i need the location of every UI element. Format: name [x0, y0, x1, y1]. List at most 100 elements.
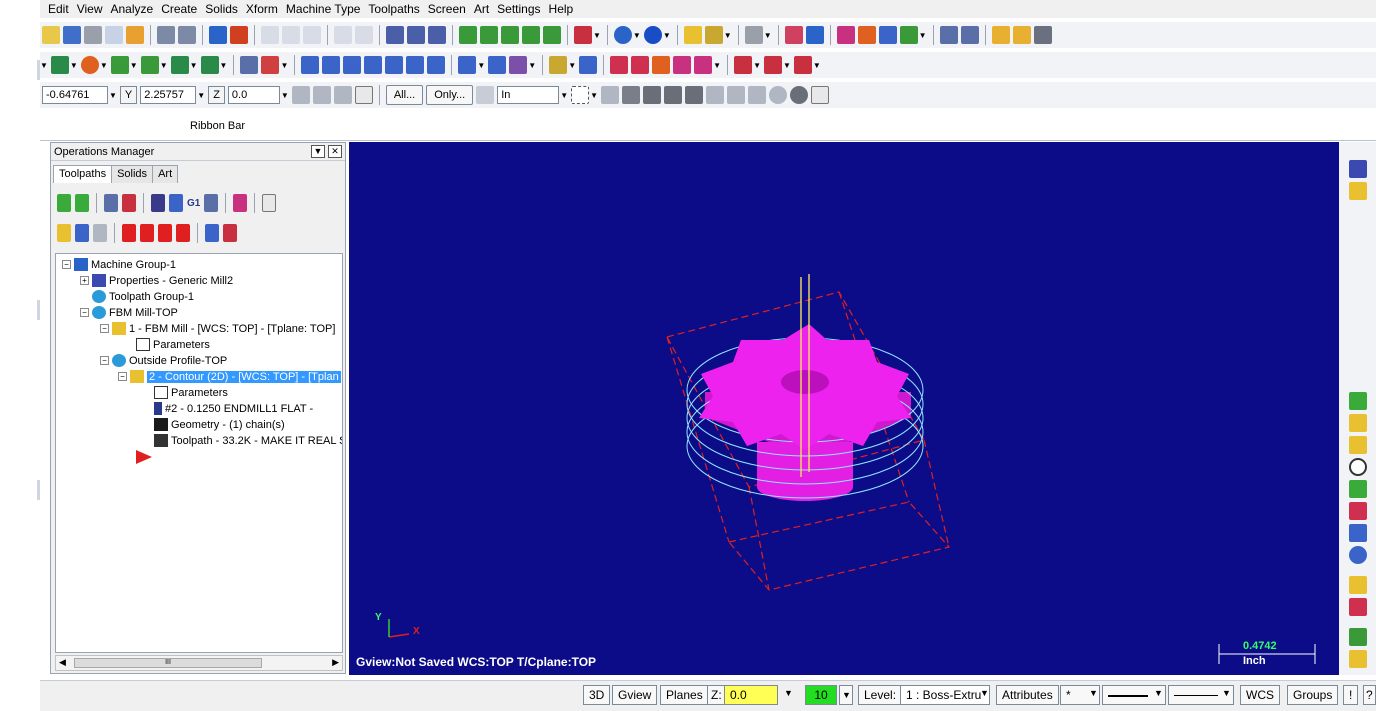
add-icon[interactable] [1349, 392, 1367, 410]
tab-art[interactable]: Art [152, 165, 179, 183]
tree-row[interactable]: − 1 - FBM Mill - [WCS: TOP] - [Tplane: T… [100, 321, 335, 336]
hidden-line-icon[interactable] [522, 26, 540, 44]
triangle-icon[interactable] [509, 56, 528, 74]
cube-icon[interactable] [1349, 160, 1367, 178]
circle-icon[interactable] [1349, 458, 1367, 476]
lock-icon[interactable] [57, 224, 71, 242]
menu-machine-type[interactable]: Machine Type [282, 0, 365, 18]
print-preview-icon[interactable] [105, 26, 123, 44]
chevron-down-icon[interactable]: ▼ [220, 61, 228, 70]
globe-icon[interactable] [1349, 546, 1367, 564]
lathe-icon[interactable] [793, 56, 812, 74]
post-g1-icon[interactable]: G1 [187, 198, 200, 209]
menu-settings[interactable]: Settings [493, 0, 544, 18]
chevron-down-icon[interactable]: ▼ [783, 61, 791, 70]
select-solid-icon[interactable] [622, 86, 641, 104]
chevron-down-icon[interactable]: ▼ [197, 91, 205, 100]
tree-row[interactable]: Geometry - (1) chain(s) [154, 417, 285, 432]
globe-icon[interactable] [613, 26, 632, 44]
select-back-icon[interactable] [790, 86, 809, 104]
chevron-down-icon[interactable]: ▼ [1154, 688, 1163, 698]
xform-array-icon[interactable] [406, 56, 425, 74]
sphere-icon[interactable] [643, 26, 662, 44]
view-front-icon[interactable] [407, 26, 425, 44]
z-coordinate-field[interactable]: 0.0 [227, 86, 280, 104]
help-query-icon[interactable] [126, 26, 144, 44]
collapse-icon[interactable]: − [80, 308, 89, 317]
marker-icon[interactable] [1012, 26, 1031, 44]
point-icon[interactable] [110, 56, 129, 74]
verify-icon[interactable] [169, 194, 183, 212]
menu-screen[interactable]: Screen [424, 0, 470, 18]
compare-icon[interactable] [805, 26, 824, 44]
split-icon[interactable] [458, 56, 477, 74]
chevron-down-icon[interactable]: ▼ [590, 91, 598, 100]
contour-icon[interactable] [652, 56, 671, 74]
move-down-icon[interactable] [122, 224, 136, 242]
shade-solid-icon[interactable] [480, 26, 498, 44]
list-icon[interactable] [631, 56, 650, 74]
wireframe-icon[interactable] [501, 26, 519, 44]
levels-icon[interactable] [899, 26, 918, 44]
surface-icon[interactable] [734, 56, 753, 74]
post-icon[interactable] [204, 194, 219, 212]
shade-icon[interactable] [459, 26, 477, 44]
wcs-button[interactable]: WCS [1240, 685, 1280, 705]
xform-offset-icon[interactable] [385, 56, 404, 74]
xform-translate-icon[interactable] [301, 56, 320, 74]
level-label[interactable]: Level: [858, 685, 903, 705]
xform-mirror-icon[interactable] [322, 56, 341, 74]
exclamation-icon[interactable] [312, 86, 331, 104]
chevron-down-icon[interactable]: ▼ [1222, 688, 1231, 698]
surface-finish-icon[interactable] [763, 56, 782, 74]
chevron-down-icon[interactable]: ▼ [764, 31, 772, 40]
undo-icon[interactable] [157, 26, 175, 44]
fillet-icon[interactable] [140, 56, 159, 74]
view-top-icon[interactable] [386, 26, 404, 44]
help-icon[interactable] [354, 86, 373, 104]
chevron-down-icon[interactable]: ▼ [633, 31, 641, 40]
edit-path-icon[interactable] [1349, 414, 1367, 432]
chevron-down-icon[interactable]: ▼ [100, 61, 108, 70]
xform-rotate-icon[interactable] [343, 56, 362, 74]
chevron-down-icon[interactable]: ▼ [281, 91, 289, 100]
menu-view[interactable]: View [73, 0, 107, 18]
zoom-in-icon[interactable] [303, 26, 321, 44]
chevron-down-icon[interactable]: ▼ [724, 31, 732, 40]
close-icon[interactable]: ✕ [328, 145, 342, 158]
pan-icon[interactable] [209, 26, 227, 44]
collapse-icon[interactable]: − [118, 372, 127, 381]
tab-solids[interactable]: Solids [111, 165, 154, 183]
wand-icon[interactable] [1349, 436, 1367, 454]
regen-selected-icon[interactable] [104, 194, 118, 212]
move-up-icon[interactable] [140, 224, 154, 242]
chevron-down-icon[interactable]: ▼ [160, 61, 168, 70]
chevron-down-icon[interactable]: ▼ [528, 61, 536, 70]
chevron-down-icon[interactable]: ▼ [280, 61, 288, 70]
zoom-window-icon[interactable] [261, 26, 279, 44]
chevron-down-icon[interactable]: ▼ [109, 91, 117, 100]
grid-icon[interactable] [488, 56, 507, 74]
level-select[interactable]: 1 : Boss-Extru [900, 685, 990, 705]
menu-analyze[interactable]: Analyze [106, 0, 157, 18]
chevron-down-icon[interactable]: ▼ [477, 61, 485, 70]
tool-icon[interactable] [991, 26, 1010, 44]
chevron-down-icon[interactable]: ▼ [713, 61, 721, 70]
view-side-icon[interactable] [428, 26, 446, 44]
select-all-ops-icon[interactable] [57, 194, 71, 212]
chevron-down-icon[interactable]: ▼ [813, 61, 821, 70]
no-select-icon[interactable] [769, 86, 788, 104]
select-vertex-icon[interactable] [727, 86, 746, 104]
chevron-down-icon[interactable]: ▼ [560, 91, 568, 100]
color-field[interactable]: 10 [805, 685, 837, 705]
help-button[interactable]: ? [1363, 685, 1376, 705]
scrollbar-thumb[interactable]: III [74, 658, 262, 668]
expand-icon[interactable]: + [80, 276, 89, 285]
select-filter-icon[interactable] [748, 86, 767, 104]
menu-art[interactable]: Art [470, 0, 493, 18]
drill-icon[interactable] [549, 56, 568, 74]
selection-cursor-icon[interactable] [476, 86, 495, 104]
chamfer-icon[interactable] [170, 56, 189, 74]
pencil-icon[interactable] [683, 26, 702, 44]
window-select-icon[interactable] [571, 86, 590, 104]
